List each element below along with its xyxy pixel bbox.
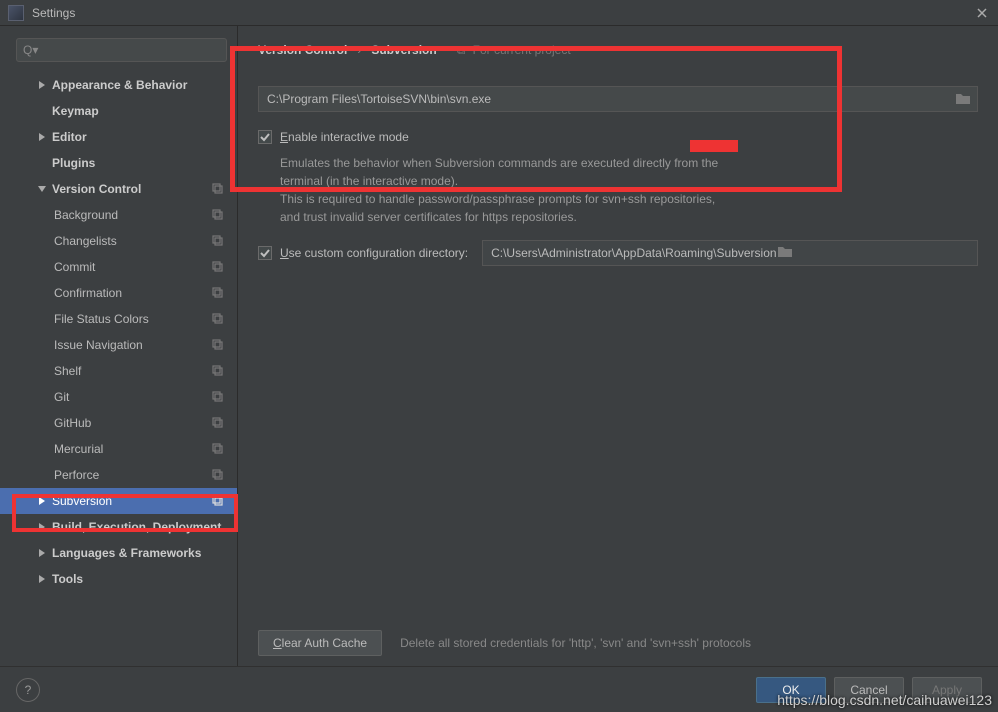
project-scope-icon bbox=[211, 468, 225, 482]
sidebar-item-confirmation[interactable]: Confirmation bbox=[0, 280, 237, 306]
sidebar-item-mercurial[interactable]: Mercurial bbox=[0, 436, 237, 462]
breadcrumb-current: Subversion bbox=[371, 43, 436, 57]
breadcrumb: Version Control › Subversion ⧉ For curre… bbox=[258, 38, 978, 62]
chevron-down-icon bbox=[36, 183, 48, 195]
chevron-right-icon bbox=[36, 521, 48, 533]
project-scope-icon bbox=[211, 338, 225, 352]
close-icon[interactable] bbox=[974, 5, 990, 21]
config-dir-value: C:\Users\Administrator\AppData\Roaming\S… bbox=[491, 246, 776, 260]
sidebar-item-appearance[interactable]: Appearance & Behavior bbox=[0, 72, 237, 98]
project-scope-icon bbox=[211, 416, 225, 430]
project-scope-icon bbox=[211, 442, 225, 456]
breadcrumb-note: ⧉ For current project bbox=[457, 43, 571, 58]
chevron-right-icon bbox=[36, 573, 48, 585]
use-custom-config-checkbox[interactable] bbox=[258, 246, 272, 260]
chevron-right-icon bbox=[36, 131, 48, 143]
help-button[interactable]: ? bbox=[16, 678, 40, 702]
project-scope-icon: ⧉ bbox=[457, 43, 466, 57]
project-scope-icon bbox=[211, 260, 225, 274]
search-input[interactable]: Q▾ bbox=[16, 38, 227, 62]
watermark: https://blog.csdn.net/caihuawei123 bbox=[777, 692, 992, 708]
sidebar-item-file-status-colors[interactable]: File Status Colors bbox=[0, 306, 237, 332]
main-panel: Version Control › Subversion ⧉ For curre… bbox=[238, 26, 998, 666]
sidebar-item-keymap[interactable]: Keymap bbox=[0, 98, 237, 124]
project-scope-icon bbox=[211, 234, 225, 248]
project-scope-icon bbox=[211, 494, 225, 508]
sidebar-item-git[interactable]: Git bbox=[0, 384, 237, 410]
project-scope-icon bbox=[211, 312, 225, 326]
enable-interactive-checkbox[interactable] bbox=[258, 130, 272, 144]
use-custom-config-label: Use custom configuration directory: bbox=[280, 246, 468, 260]
browse-folder-icon[interactable] bbox=[955, 92, 971, 106]
config-dir-input[interactable]: C:\Users\Administrator\AppData\Roaming\S… bbox=[482, 240, 978, 266]
project-scope-icon bbox=[211, 208, 225, 222]
svn-path-value: C:\Program Files\TortoiseSVN\bin\svn.exe bbox=[267, 92, 491, 106]
project-scope-icon bbox=[211, 182, 225, 196]
sidebar-item-plugins[interactable]: Plugins bbox=[0, 150, 237, 176]
sidebar-item-perforce[interactable]: Perforce bbox=[0, 462, 237, 488]
sidebar: Q▾ Appearance & Behavior Keymap Editor P… bbox=[0, 26, 238, 666]
interactive-description: Emulates the behavior when Subversion co… bbox=[280, 154, 978, 226]
svn-path-input[interactable]: C:\Program Files\TortoiseSVN\bin\svn.exe bbox=[258, 86, 978, 112]
app-icon bbox=[8, 5, 24, 21]
sidebar-item-subversion[interactable]: Subversion bbox=[0, 488, 237, 514]
project-scope-icon bbox=[211, 390, 225, 404]
sidebar-item-shelf[interactable]: Shelf bbox=[0, 358, 237, 384]
titlebar: Settings bbox=[0, 0, 998, 26]
clear-auth-note: Delete all stored credentials for 'http'… bbox=[400, 636, 751, 650]
project-scope-icon bbox=[211, 364, 225, 378]
annotation-highlight bbox=[690, 140, 738, 152]
chevron-right-icon bbox=[36, 495, 48, 507]
window-title: Settings bbox=[32, 6, 974, 20]
sidebar-item-github[interactable]: GitHub bbox=[0, 410, 237, 436]
sidebar-item-languages[interactable]: Languages & Frameworks bbox=[0, 540, 237, 566]
sidebar-item-changelists[interactable]: Changelists bbox=[0, 228, 237, 254]
sidebar-item-background[interactable]: Background bbox=[0, 202, 237, 228]
chevron-right-icon bbox=[36, 79, 48, 91]
project-scope-icon bbox=[211, 286, 225, 300]
browse-folder-icon[interactable] bbox=[777, 245, 793, 261]
chevron-right-icon bbox=[36, 547, 48, 559]
sidebar-item-commit[interactable]: Commit bbox=[0, 254, 237, 280]
enable-interactive-label: Enable interactive mode bbox=[280, 130, 409, 144]
sidebar-item-tools[interactable]: Tools bbox=[0, 566, 237, 592]
sidebar-item-version-control[interactable]: Version Control bbox=[0, 176, 237, 202]
sidebar-item-issue-navigation[interactable]: Issue Navigation bbox=[0, 332, 237, 358]
clear-auth-cache-button[interactable]: Clear Auth Cache bbox=[258, 630, 382, 656]
sidebar-item-build[interactable]: Build, Execution, Deployment bbox=[0, 514, 237, 540]
breadcrumb-root: Version Control bbox=[258, 43, 347, 57]
chevron-right-icon: › bbox=[357, 43, 361, 57]
search-icon: Q▾ bbox=[23, 43, 38, 57]
sidebar-item-editor[interactable]: Editor bbox=[0, 124, 237, 150]
